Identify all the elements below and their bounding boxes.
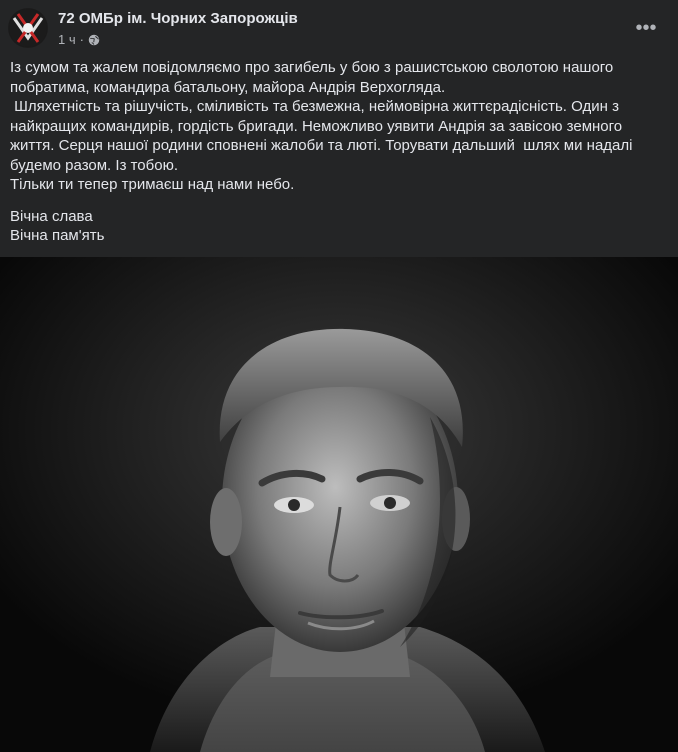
more-options-button[interactable]: ••• — [628, 10, 664, 46]
more-horizontal-icon: ••• — [635, 16, 657, 39]
post-paragraph-1: Із сумом та жалем повідомляємо про загиб… — [10, 59, 618, 96]
closing-line-2: Вічна пам'ять — [10, 227, 105, 244]
post-paragraph-2: Шляхетність та рішучість, сміливість та … — [10, 98, 637, 174]
meta-separator: · — [79, 32, 84, 47]
post-meta: 1 ч · — [58, 32, 100, 47]
closing-line-1: Вічна слава — [10, 207, 93, 225]
post-paragraph-3: Тільки ти тепер тримаєш над нами небо. — [10, 176, 295, 193]
post-header: 72 ОМБр ім. Чорних Запорожців 1 ч · ••• — [8, 8, 670, 50]
page-avatar[interactable] — [8, 8, 48, 48]
post-photo[interactable] — [0, 257, 678, 752]
facebook-post: 72 ОМБр ім. Чорних Запорожців 1 ч · ••• … — [0, 0, 678, 752]
post-text: Із сумом та жалем повідомляємо про загиб… — [10, 58, 660, 246]
globe-icon[interactable] — [88, 34, 100, 46]
post-timestamp[interactable]: 1 ч — [58, 32, 76, 47]
avatar-emblem-icon — [9, 9, 47, 47]
page-name-link[interactable]: 72 ОМБр ім. Чорних Запорожців — [58, 10, 298, 27]
portrait-photo — [0, 257, 678, 752]
